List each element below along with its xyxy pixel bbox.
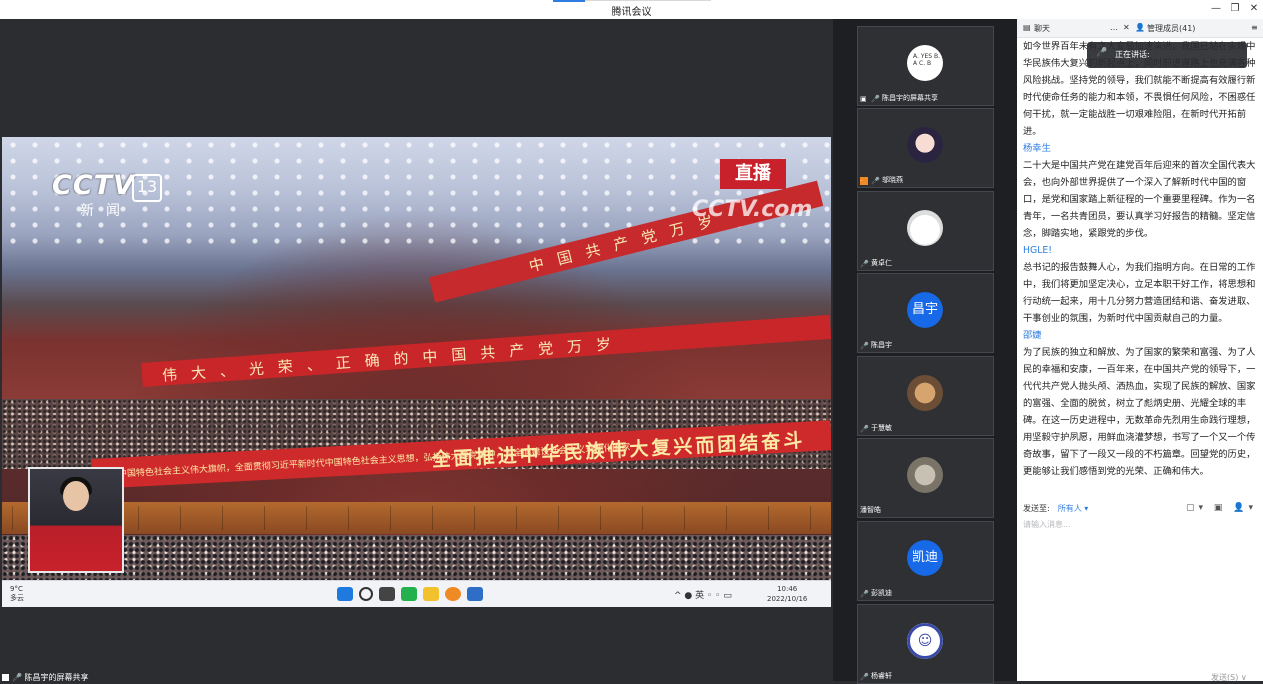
taskbar-icons xyxy=(337,587,483,601)
participant-tile[interactable]: 昌宇 🎤 陈昌宇 xyxy=(857,273,994,353)
close-icon[interactable]: ✕ xyxy=(1247,2,1261,16)
avatar xyxy=(907,457,943,493)
wechat-icon xyxy=(401,587,417,601)
title-accent xyxy=(553,0,585,2)
panel-tabs: ▤ 聊天 … ✕ 👤 管理成员(41) ≡ xyxy=(1017,19,1263,38)
title-bar: 腾讯会议 — ❐ ✕ xyxy=(0,0,1263,20)
chat-tools[interactable]: ▢▾ ▣ 👤▾ xyxy=(1186,503,1257,513)
participant-tile[interactable]: 凯迪 🎤 彭凯迪 xyxy=(857,521,994,601)
message-author: 邵婕 xyxy=(1023,330,1042,341)
chat-message: 为了民族的独立和解放、为了国家的繁荣和富强、为了人民的幸福和安康，一百年来，在中… xyxy=(1023,347,1256,477)
participant-tile[interactable]: 🎤 于慧敏 xyxy=(857,356,994,436)
participant-tile[interactable]: · 🎤 邬晓燕 xyxy=(857,108,994,188)
mic-icon: 🎤 xyxy=(871,95,880,103)
shared-screen: 中国共产党万岁 伟大、光荣、正确的中国共产党万岁 高举中国特色社会主义伟大旗帜，… xyxy=(2,137,831,607)
weather-widget: 9°C 多云 xyxy=(10,585,24,602)
avatar xyxy=(907,127,943,163)
chat-messages: 如今世界百年未有之大变局加速演进，我国已站在实现中华民族伟大复兴的新起点上，同时… xyxy=(1023,38,1259,498)
more-icon[interactable]: … xyxy=(1110,23,1118,32)
banner-top: 伟大、光荣、正确的中国共产党万岁 xyxy=(141,314,831,387)
windows-start-icon xyxy=(337,587,353,601)
panel-menu-icon[interactable]: ≡ xyxy=(1251,23,1258,32)
participant-tile[interactable]: A. YES B. A C. B ▣ 🎤 陈昌宇的屏幕共享 xyxy=(857,26,994,106)
folder-icon xyxy=(423,587,439,601)
tab-chat[interactable]: 聊天 xyxy=(1034,23,1050,34)
live-badge: 直播 xyxy=(720,159,786,189)
send-button[interactable]: 发送(S) ∨ xyxy=(1211,672,1247,683)
taskbar-clock: 10:46 2022/10/16 xyxy=(767,585,808,603)
sign-language-interpreter xyxy=(28,467,124,573)
avatar: 凯迪 xyxy=(907,540,943,576)
close-chat-icon[interactable]: ✕ xyxy=(1123,23,1130,32)
message-author: HGLE! xyxy=(1023,245,1052,256)
mic-muted-icon: 🎤 xyxy=(860,260,869,268)
tab-members[interactable]: 管理成员(41) xyxy=(1147,23,1195,34)
meeting-app-icon xyxy=(467,587,483,601)
balcony-rail xyxy=(2,502,831,534)
user-icon: · xyxy=(860,177,868,185)
search-icon xyxy=(359,587,373,601)
watermark: CCTV.com xyxy=(692,197,813,222)
mic-icon: 🎤 xyxy=(1096,48,1108,58)
message-author: 杨幸生 xyxy=(1023,143,1051,154)
chat-message: 总书记的报告鼓舞人心，为我们指明方向。在日常的工作中，我们将更加坚定决心，立足本… xyxy=(1023,262,1256,324)
mic-icon: 🎤 xyxy=(871,177,880,185)
mic-muted-icon: 🎤 xyxy=(860,425,869,433)
participant-tile[interactable]: 潘智皓 xyxy=(857,438,994,518)
send-to-select[interactable]: 所有人 ▾ xyxy=(1058,504,1089,513)
avatar xyxy=(907,210,943,246)
title-accent-line xyxy=(585,0,711,1)
mic-muted-icon: 🎤 xyxy=(860,673,869,681)
tab-chat-icon: ▤ xyxy=(1023,23,1031,32)
chat-panel: ▤ 聊天 … ✕ 👤 管理成员(41) ≡ 如今世界百年未有之大变局加速演进，我… xyxy=(1017,19,1263,683)
minimize-icon[interactable]: — xyxy=(1209,2,1223,16)
chat-message: 二十大是中国共产党在建党百年后迎来的首次全国代表大会，也向外部世界提供了一个深入… xyxy=(1023,160,1256,239)
members-icon: 👤 xyxy=(1135,23,1145,32)
screen-share-label: 🎤 陈昌宇的屏幕共享 xyxy=(2,672,89,683)
avatar: A. YES B. A C. B xyxy=(907,45,943,81)
speaking-indicator: 🎤 正在讲话: xyxy=(1087,42,1247,68)
restore-icon[interactable]: ❐ xyxy=(1228,2,1242,16)
mic-muted-icon: 🎤 xyxy=(860,342,869,350)
system-tray: ^ ● 英 ◦ ◦ ▭ xyxy=(674,591,732,601)
crowd-floor xyxy=(2,535,831,585)
channel-logo: CCTV 13 新闻 xyxy=(52,170,162,219)
browser-icon xyxy=(445,587,461,601)
main-stage: 中国共产党万岁 伟大、光荣、正确的中国共产党万岁 高举中国特色社会主义伟大旗帜，… xyxy=(0,19,833,683)
screen-share-icon: ▣ xyxy=(860,95,867,103)
shared-taskbar: 9°C 多云 ^ ● 英 ◦ ◦ ▭ 10:46 2022/10/16 xyxy=(2,580,831,607)
broadcast-video: 中国共产党万岁 伟大、光荣、正确的中国共产党万岁 高举中国特色社会主义伟大旗帜，… xyxy=(2,137,831,585)
avatar: ☺ xyxy=(907,623,943,659)
window-title: 腾讯会议 xyxy=(611,7,652,18)
task-view-icon xyxy=(379,587,395,601)
mic-muted-icon: 🎤 xyxy=(860,590,869,598)
send-to-row: 发送至: 所有人 ▾ ▢▾ ▣ 👤▾ xyxy=(1023,503,1257,513)
avatar: 昌宇 xyxy=(907,292,943,328)
participant-tile[interactable]: 🎤 黄卓仁 xyxy=(857,191,994,271)
participant-tile[interactable]: ☺ 🎤 杨睿轩 xyxy=(857,604,994,684)
participant-strip: A. YES B. A C. B ▣ 🎤 陈昌宇的屏幕共享 · 🎤 邬晓燕 🎤 黄卓仁 昌… xyxy=(833,19,1017,684)
chat-input[interactable]: 请输入消息... xyxy=(1023,519,1257,659)
avatar xyxy=(907,375,943,411)
